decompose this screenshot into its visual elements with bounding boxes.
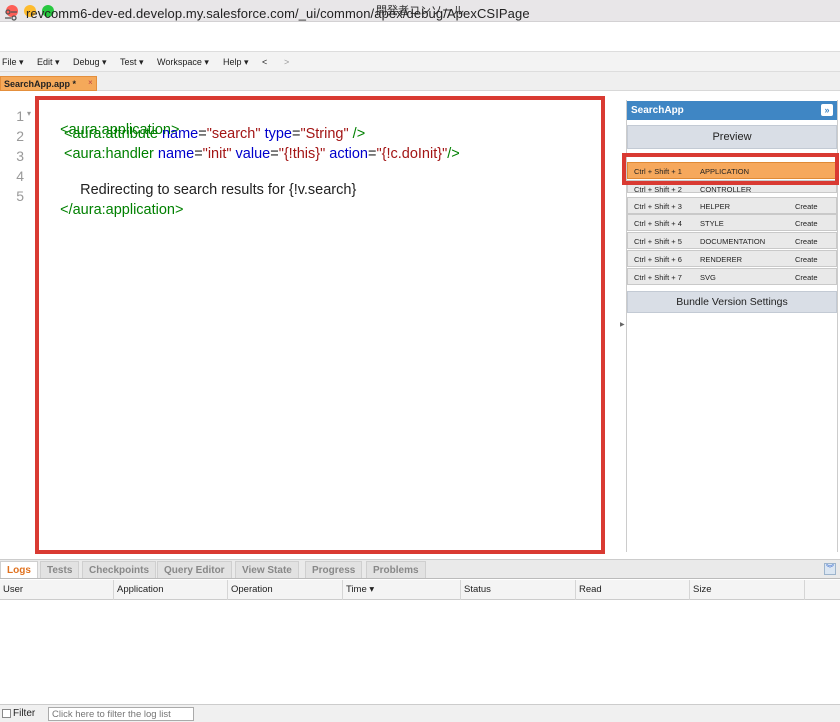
bundle-row-helper[interactable]: Ctrl + Shift + 3 HELPER Create — [627, 197, 837, 214]
tab-problems[interactable]: Problems — [366, 561, 426, 578]
column-operation[interactable]: Operation — [228, 580, 343, 600]
file-tab-label: SearchApp.app * — [4, 79, 77, 89]
line-number: 2 — [16, 128, 24, 144]
filter-checkbox[interactable] — [2, 709, 11, 718]
tab-view-state[interactable]: View State — [235, 561, 299, 578]
menu-bar: File ▾ Edit ▾ Debug ▾ Test ▾ Workspace ▾… — [0, 52, 840, 72]
tab-checkpoints[interactable]: Checkpoints — [82, 561, 157, 578]
column-read[interactable]: Read — [576, 580, 690, 600]
bundle-version-settings-button[interactable]: Bundle Version Settings — [627, 291, 837, 313]
close-tab-icon[interactable]: × — [88, 78, 93, 87]
editor-highlight-box — [35, 96, 605, 554]
bundle-item-name: RENDERER — [700, 255, 743, 264]
tab-query-editor[interactable]: Query Editor — [157, 561, 232, 578]
shortcut-label: Ctrl + Shift + 3 — [634, 202, 682, 211]
menu-help[interactable]: Help ▾ — [223, 57, 249, 68]
bundle-item-name: DOCUMENTATION — [700, 237, 766, 246]
create-link[interactable]: Create — [795, 219, 818, 228]
bundle-title: SearchApp — [631, 105, 684, 116]
menu-test[interactable]: Test ▾ — [120, 57, 144, 68]
file-tab-strip — [0, 72, 840, 91]
splitter-arrow-icon[interactable]: ▶ — [620, 321, 625, 328]
column-time[interactable]: Time ▾ — [343, 580, 461, 600]
bundle-row-style[interactable]: Ctrl + Shift + 4 STYLE Create — [627, 214, 837, 231]
bundle-row-documentation[interactable]: Ctrl + Shift + 5 DOCUMENTATION Create — [627, 232, 837, 249]
column-application[interactable]: Application — [114, 580, 228, 600]
preview-button[interactable]: Preview — [627, 125, 837, 149]
create-link[interactable]: Create — [795, 202, 818, 211]
line-number: 5 — [16, 188, 24, 204]
create-link[interactable]: Create — [795, 237, 818, 246]
tab-tests[interactable]: Tests — [40, 561, 80, 578]
bottom-panel-tabs: Logs Tests Checkpoints Query Editor View… — [0, 559, 840, 579]
line-number: 3 — [16, 148, 24, 164]
line-number: 1 — [16, 108, 24, 124]
filter-bar: Filter — [0, 704, 840, 722]
file-tab-searchapp[interactable]: SearchApp.app * × — [0, 76, 97, 91]
application-row-highlight-box — [622, 153, 839, 185]
menu-debug[interactable]: Debug ▾ — [73, 57, 107, 68]
collapse-panel-icon[interactable]: ︾ — [824, 563, 836, 575]
column-user[interactable]: User — [0, 580, 114, 600]
fold-arrow-icon[interactable]: ▾ — [27, 109, 31, 118]
line-number: 4 — [16, 168, 24, 184]
nav-back-button[interactable]: < — [262, 57, 267, 67]
bundle-panel-header: SearchApp » — [627, 101, 837, 120]
url-text[interactable]: revcomm6-dev-ed.develop.my.salesforce.co… — [26, 6, 530, 21]
tab-progress[interactable]: Progress — [305, 561, 363, 578]
menu-workspace[interactable]: Workspace ▾ — [157, 57, 209, 68]
address-bar[interactable] — [0, 22, 840, 52]
bundle-item-name: CONTROLLER — [700, 185, 752, 193]
menu-edit[interactable]: Edit ▾ — [37, 57, 60, 68]
filter-label: Filter — [13, 708, 36, 719]
site-settings-icon[interactable] — [4, 8, 18, 22]
bundle-item-name: SVG — [700, 273, 716, 282]
shortcut-label: Ctrl + Shift + 2 — [634, 185, 682, 193]
column-size[interactable]: Size — [690, 580, 805, 600]
bundle-row-renderer[interactable]: Ctrl + Shift + 6 RENDERER Create — [627, 250, 837, 267]
menu-file[interactable]: File ▾ — [2, 57, 24, 68]
bundle-row-svg[interactable]: Ctrl + Shift + 7 SVG Create — [627, 268, 837, 285]
column-status[interactable]: Status — [461, 580, 576, 600]
line-number-gutter: 1 2 3 4 5 — [0, 102, 34, 550]
log-list[interactable] — [0, 600, 840, 704]
bundle-item-name: HELPER — [700, 202, 731, 211]
tab-logs[interactable]: Logs — [0, 561, 38, 578]
log-table-header: User Application Operation Time ▾ Status… — [0, 580, 840, 600]
shortcut-label: Ctrl + Shift + 4 — [634, 219, 682, 228]
bundle-item-name: STYLE — [700, 219, 724, 228]
shortcut-label: Ctrl + Shift + 7 — [634, 273, 682, 282]
shortcut-label: Ctrl + Shift + 6 — [634, 255, 682, 264]
expand-panel-icon[interactable]: » — [821, 104, 833, 116]
filter-input[interactable] — [48, 707, 194, 721]
create-link[interactable]: Create — [795, 273, 818, 282]
nav-forward-button[interactable]: > — [284, 57, 289, 67]
shortcut-label: Ctrl + Shift + 5 — [634, 237, 682, 246]
create-link[interactable]: Create — [795, 255, 818, 264]
